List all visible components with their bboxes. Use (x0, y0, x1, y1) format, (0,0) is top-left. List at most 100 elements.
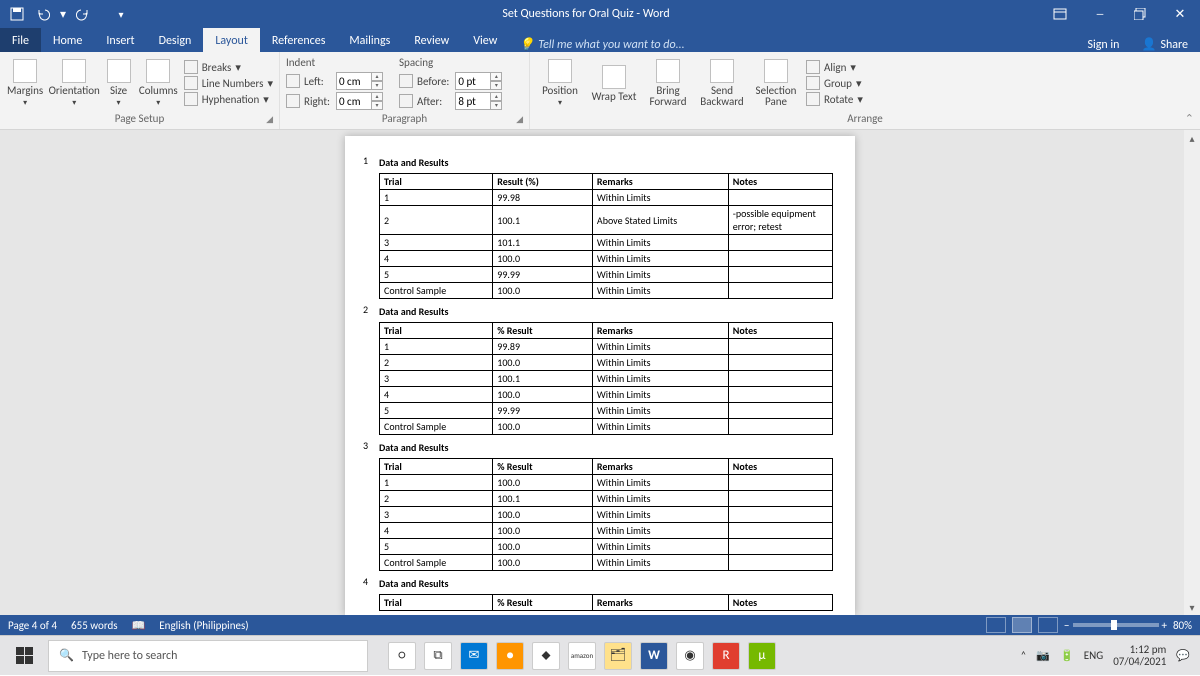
wrap-text-button[interactable]: Wrap Text (590, 54, 638, 112)
margins-button[interactable]: Margins▾ (6, 54, 44, 112)
hyphenation-button[interactable]: Hyphenation ▾ (184, 92, 273, 106)
spacing-after-icon (399, 94, 413, 108)
group-button[interactable]: Group ▾ (806, 76, 863, 90)
rotate-button[interactable]: Rotate ▾ (806, 92, 863, 106)
tab-references[interactable]: References (260, 28, 338, 52)
tell-me-search[interactable]: 💡Tell me what you want to do... (519, 37, 684, 52)
indent-right-input[interactable]: ▴▾ (336, 92, 383, 110)
document-page[interactable]: 1Data and ResultsTrialResult (%)RemarksN… (345, 136, 855, 615)
qat-customize[interactable]: ▾ (110, 3, 132, 25)
block-number: 3 (363, 439, 368, 452)
web-layout-view[interactable] (1038, 617, 1058, 633)
close-button[interactable]: ✕ (1160, 0, 1200, 28)
tab-layout[interactable]: Layout (203, 28, 260, 52)
columns-button[interactable]: Columns▾ (139, 54, 178, 112)
indent-left-input[interactable]: ▴▾ (336, 72, 383, 90)
table-row: 3100.1Within Limits (380, 371, 833, 387)
table-header: Result (%) (493, 174, 593, 190)
utorrent-icon[interactable]: μ (748, 642, 776, 670)
share-button[interactable]: 👤Share (1129, 37, 1200, 52)
redo-button[interactable] (72, 3, 94, 25)
tab-mailings[interactable]: Mailings (337, 28, 402, 52)
selection-pane-button[interactable]: Selection Pane (752, 54, 800, 112)
vertical-scrollbar[interactable]: ▴ ▾ (1184, 130, 1200, 615)
ribbon-display-options[interactable] (1040, 0, 1080, 28)
search-icon: 🔍 (59, 648, 74, 663)
firefox-icon[interactable]: ● (496, 642, 524, 670)
spellcheck-status[interactable]: 📖 (132, 619, 146, 632)
cortana-icon[interactable]: ○ (388, 642, 416, 670)
app-icon-1[interactable]: R (712, 642, 740, 670)
word-icon[interactable]: W (640, 642, 668, 670)
file-explorer-icon[interactable]: 🗂 (604, 642, 632, 670)
tab-review[interactable]: Review (402, 28, 461, 52)
minimize-button[interactable]: ─ (1080, 0, 1120, 28)
orientation-button[interactable]: Orientation▾ (50, 54, 98, 112)
position-button[interactable]: Position▾ (536, 54, 584, 112)
chrome-icon[interactable]: ◉ (676, 642, 704, 670)
tab-file[interactable]: File (0, 28, 41, 52)
indent-left-icon (286, 74, 300, 88)
size-button[interactable]: Size▾ (104, 54, 133, 112)
taskbar-search[interactable]: 🔍Type here to search (48, 640, 368, 672)
results-table: Trial% ResultRemarksNotes (379, 594, 833, 611)
dropbox-icon[interactable]: ⬥ (532, 642, 560, 670)
block-heading: Data and Results (379, 156, 833, 169)
undo-button[interactable] (32, 3, 54, 25)
table-row: Control Sample100.0Within Limits (380, 555, 833, 571)
spacing-after-input[interactable]: ▴▾ (455, 92, 502, 110)
tray-notifications-icon[interactable]: 💬 (1176, 649, 1190, 662)
print-layout-view[interactable] (1012, 617, 1032, 633)
tray-battery-icon[interactable]: 🔋 (1060, 649, 1074, 662)
save-button[interactable] (6, 3, 28, 25)
paragraph-dialog-launcher[interactable]: ◢ (516, 114, 523, 125)
table-header: % Result (493, 459, 593, 475)
table-row: 3101.1Within Limits (380, 235, 833, 251)
share-icon: 👤 (1141, 37, 1156, 52)
group-label-page-setup: Page Setup◢ (6, 112, 273, 127)
table-header: Trial (380, 323, 493, 339)
align-button[interactable]: Align ▾ (806, 60, 863, 74)
table-header: Trial (380, 595, 493, 611)
table-row: 5100.0Within Limits (380, 539, 833, 555)
tray-language[interactable]: ENG (1084, 649, 1103, 662)
zoom-out-button[interactable]: − (1064, 619, 1069, 632)
amazon-icon[interactable]: amazon (568, 642, 596, 670)
task-view-icon[interactable]: ⧉ (424, 642, 452, 670)
mail-icon[interactable]: ✉ (460, 642, 488, 670)
tab-home[interactable]: Home (41, 28, 94, 52)
tab-design[interactable]: Design (147, 28, 204, 52)
undo-dropdown[interactable]: ▾ (58, 3, 68, 25)
spacing-before-input[interactable]: ▴▾ (455, 72, 502, 90)
word-count-status[interactable]: 655 words (71, 619, 118, 632)
send-backward-button[interactable]: Send Backward (698, 54, 746, 112)
read-mode-view[interactable] (986, 617, 1006, 633)
zoom-in-button[interactable]: + (1162, 619, 1167, 632)
line-numbers-button[interactable]: Line Numbers ▾ (184, 76, 273, 90)
sign-in-link[interactable]: Sign in (1077, 38, 1129, 52)
page-setup-dialog-launcher[interactable]: ◢ (266, 114, 273, 125)
tray-meet-now-icon[interactable]: 📷 (1036, 649, 1050, 662)
restore-button[interactable] (1120, 0, 1160, 28)
table-header: Notes (728, 595, 832, 611)
zoom-level[interactable]: 80% (1173, 619, 1192, 632)
scroll-up-button[interactable]: ▴ (1184, 130, 1200, 146)
start-button[interactable] (0, 636, 48, 676)
zoom-slider[interactable] (1073, 623, 1159, 627)
window-title: Set Questions for Oral Quiz - Word (132, 7, 1040, 21)
breaks-button[interactable]: Breaks ▾ (184, 60, 273, 74)
tab-insert[interactable]: Insert (94, 28, 146, 52)
tray-chevron[interactable]: ˄ (1020, 649, 1026, 662)
tray-clock[interactable]: 1:12 pm07/04/2021 (1113, 644, 1166, 668)
tab-view[interactable]: View (461, 28, 509, 52)
table-row: 2100.0Within Limits (380, 355, 833, 371)
collapse-ribbon-button[interactable]: ⌃ (1185, 112, 1194, 125)
table-row: 3100.0Within Limits (380, 507, 833, 523)
scroll-down-button[interactable]: ▾ (1184, 599, 1200, 615)
bring-forward-button[interactable]: Bring Forward (644, 54, 692, 112)
table-row: 4100.0Within Limits (380, 251, 833, 267)
language-status[interactable]: English (Philippines) (159, 619, 248, 632)
table-row: 4100.0Within Limits (380, 523, 833, 539)
table-row: 199.89Within Limits (380, 339, 833, 355)
page-number-status[interactable]: Page 4 of 4 (8, 619, 57, 632)
